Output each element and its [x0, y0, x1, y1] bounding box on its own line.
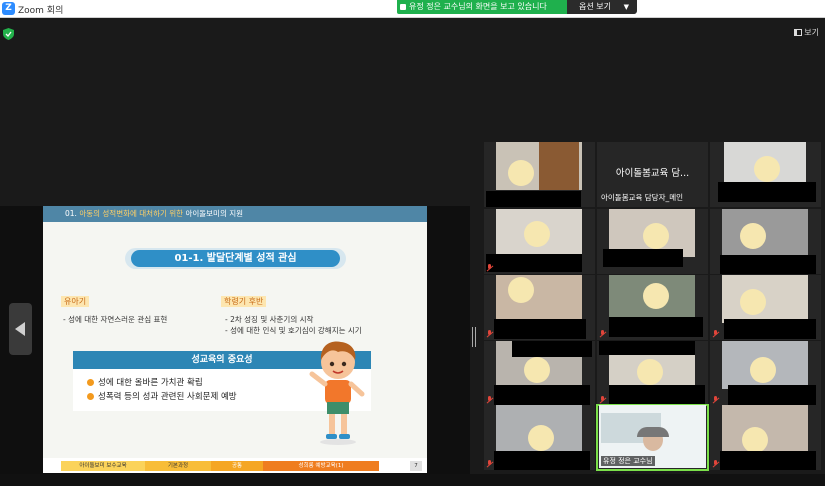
footer-tab: 공통	[211, 461, 263, 471]
participant-tile[interactable]	[710, 209, 821, 274]
muted-mic-icon	[486, 460, 493, 468]
check-icon	[87, 379, 94, 386]
participant-subtitle: 아이돌봄교육 담당자_메인	[601, 193, 684, 202]
participant-tile[interactable]	[597, 275, 708, 340]
layout-icon	[794, 29, 803, 36]
edu-item-text: 성폭력 등의 성과 관련된 사회문제 예방	[98, 392, 237, 402]
participant-tile[interactable]	[597, 341, 708, 406]
muted-mic-icon	[599, 330, 606, 338]
active-speaker-tile[interactable]: 유정 정은 교수님	[596, 404, 709, 471]
slide-header-accent: 아동의 성적변화에 대처하기 위한	[79, 209, 184, 218]
child-illustration	[309, 341, 365, 445]
footer-tab: 아이돌보미 보수교육	[61, 461, 145, 471]
edu-item-text: 성에 대한 올바른 가치관 확립	[98, 378, 203, 388]
share-banner-text: 유정 정은 교수님의 화면을 보고 있습니다	[409, 2, 547, 11]
muted-mic-icon	[486, 264, 493, 272]
zoom-logo-icon: Z	[2, 2, 15, 15]
right-bullet: - 2차 성징 및 사춘기의 시작	[225, 315, 314, 324]
muted-mic-icon	[599, 396, 606, 404]
slide-title-pill: 01-1. 발달단계별 성적 관심	[131, 250, 340, 267]
chevron-down-icon: ▼	[623, 3, 629, 11]
view-options-label: 옵션 보기	[579, 2, 611, 11]
section-label-left: 유아기	[61, 296, 90, 307]
edu-item: 성에 대한 올바른 가치관 확립	[87, 376, 203, 388]
slide-footer: 아이돌보미 보수교육 기본과정 공통 성희롱 예방교육(1) 7	[43, 458, 427, 473]
edu-item: 성폭력 등의 성과 관련된 사회문제 예방	[87, 390, 237, 402]
left-bullet: - 성에 대한 자연스러운 관심 표현	[63, 315, 168, 324]
participant-tile[interactable]	[484, 405, 595, 470]
security-shield-icon[interactable]	[3, 28, 14, 40]
screen-share-banner: 유정 정은 교수님의 화면을 보고 있습니다	[397, 0, 567, 14]
view-label: 보기	[804, 28, 819, 37]
window-title: Zoom 회의	[18, 6, 64, 16]
muted-mic-icon	[712, 460, 719, 468]
share-screen-icon	[400, 4, 406, 10]
slide-header-number: 01.	[65, 209, 80, 218]
muted-mic-icon	[712, 330, 719, 338]
slide-body: 01-1. 발달단계별 성적 관심 유아기 - 성에 대한 자연스러운 관심 표…	[43, 222, 427, 458]
slide-header: 01. 아동의 성적변화에 대처하기 위한 아이돌보미의 지원	[43, 206, 427, 222]
zoom-window: Z Zoom 회의 유정 정은 교수님의 화면을 보고 있습니다 옵션 보기 ▼…	[0, 0, 825, 486]
presentation-slide: 01. 아동의 성적변화에 대처하기 위한 아이돌보미의 지원 01-1. 발달…	[43, 206, 427, 473]
view-layout-button[interactable]: 보기	[794, 27, 819, 38]
previous-slide-button[interactable]	[9, 303, 32, 355]
section-label-right: 학령기 후반	[221, 296, 267, 307]
footer-tab: 기본과정	[145, 461, 211, 471]
right-bullet: - 성에 대한 인식 및 호기심이 강해지는 시기	[225, 326, 362, 335]
view-options-button[interactable]: 옵션 보기 ▼	[567, 0, 637, 14]
check-icon	[87, 393, 94, 400]
participant-tile[interactable]	[484, 142, 595, 207]
muted-mic-icon	[486, 396, 493, 404]
muted-mic-icon	[486, 330, 493, 338]
slide-page-number: 7	[410, 461, 422, 471]
participant-tile[interactable]	[710, 405, 821, 470]
participant-name: 아이돌봄교육 담...	[615, 168, 690, 179]
muted-mic-icon	[712, 396, 719, 404]
panel-resize-handle[interactable]	[472, 327, 476, 347]
bottom-bar	[0, 474, 825, 486]
participant-tile[interactable]: 아이돌봄교육 담... 아이돌봄교육 담당자_메인	[597, 142, 708, 207]
participant-tile[interactable]	[484, 275, 595, 340]
slide-header-rest: 아이돌보미의 지원	[183, 209, 244, 218]
participant-tile[interactable]	[710, 275, 821, 340]
participant-tile[interactable]	[484, 209, 595, 274]
participant-tile[interactable]	[484, 341, 595, 406]
participant-name: 유정 정은 교수님	[601, 456, 655, 466]
participant-tile[interactable]	[710, 142, 821, 207]
participant-tile[interactable]	[710, 341, 821, 406]
shared-screen: 01. 아동의 성적변화에 대처하기 위한 아이돌보미의 지원 01-1. 발달…	[0, 206, 470, 474]
footer-tab: 성희롱 예방교육(1)	[263, 461, 379, 471]
participant-tile[interactable]	[597, 209, 708, 274]
